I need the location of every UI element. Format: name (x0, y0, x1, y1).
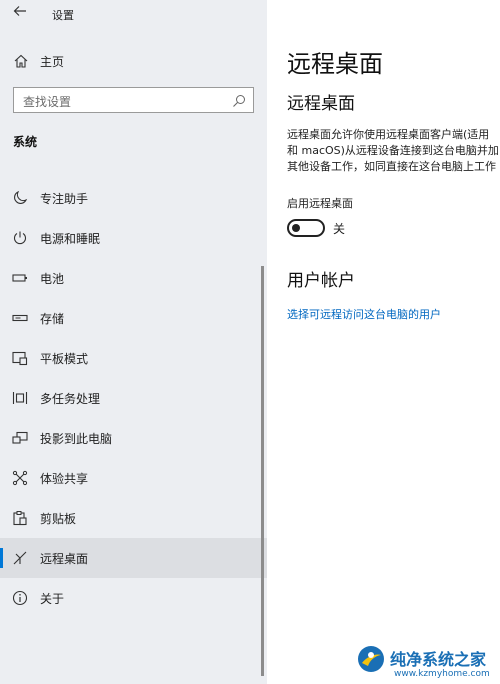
description-line: 和 macOS)从远程设备连接到这台电脑并加 (287, 144, 499, 157)
remote-desktop-icon (12, 550, 28, 566)
tablet-mode-icon (12, 350, 28, 366)
toggle-label: 启用远程桌面 (287, 197, 353, 210)
clipboard-icon (12, 510, 28, 526)
watermark-url: www.kzmyhome.com (394, 669, 490, 679)
sidebar-item-project-to-pc[interactable]: 投影到此电脑 (0, 418, 267, 458)
enable-remote-desktop-toggle[interactable] (287, 219, 325, 237)
section-title: 系统 (13, 135, 38, 149)
battery-icon (12, 270, 28, 286)
multitasking-icon (12, 390, 28, 406)
selection-indicator (0, 548, 3, 568)
sidebar-item-label: 电池 (40, 272, 65, 286)
sidebar-item-shared-experiences[interactable]: 体验共享 (0, 458, 267, 498)
sidebar-item-tablet-mode[interactable]: 平板模式 (0, 338, 267, 378)
project-icon (12, 430, 28, 446)
power-icon (12, 230, 28, 246)
sidebar-item-storage[interactable]: 存储 (0, 298, 267, 338)
search-input[interactable]: 查找设置 (13, 87, 254, 113)
storage-icon (12, 310, 28, 326)
sidebar-item-label: 平板模式 (40, 352, 89, 366)
watermark-title: 纯净系统之家 (390, 650, 487, 669)
sidebar-item-label: 电源和睡眠 (40, 232, 101, 246)
sidebar-item-label: 主页 (40, 55, 65, 69)
sidebar-item-home[interactable]: 主页 (0, 46, 267, 76)
sidebar-item-remote-desktop[interactable]: 远程桌面 (0, 538, 267, 578)
sidebar-scrollbar[interactable] (261, 266, 264, 676)
toggle-knob (292, 224, 300, 232)
section-heading: 远程桌面 (287, 94, 355, 114)
sidebar-item-label: 专注助手 (40, 192, 89, 206)
sidebar-item-label: 投影到此电脑 (40, 432, 113, 446)
toggle-state: 关 (333, 222, 346, 236)
sidebar-item-multitasking[interactable]: 多任务处理 (0, 378, 267, 418)
sidebar-item-label: 存储 (40, 312, 65, 326)
window-title: 设置 (52, 9, 74, 22)
search-placeholder: 查找设置 (23, 95, 72, 109)
sidebar-item-about[interactable]: 关于 (0, 578, 267, 618)
watermark: 纯净系统之家 www.kzmyhome.com (350, 642, 500, 684)
sidebar-item-label: 体验共享 (40, 472, 89, 486)
select-users-link[interactable]: 选择可远程访问这台电脑的用户 (287, 306, 441, 322)
shared-experiences-icon (12, 470, 28, 486)
main-content: 远程桌面 远程桌面 远程桌面允许你使用远程桌面客户端(适用 和 macOS)从远… (267, 0, 500, 684)
sidebar-item-clipboard[interactable]: 剪贴板 (0, 498, 267, 538)
sidebar-item-power-sleep[interactable]: 电源和睡眠 (0, 218, 267, 258)
sidebar-item-focus-assist[interactable]: 专注助手 (0, 178, 267, 218)
sidebar-item-label: 关于 (40, 592, 65, 606)
back-button[interactable] (10, 4, 30, 24)
page-title: 远程桌面 (287, 50, 383, 78)
info-icon (12, 590, 28, 606)
section-heading: 用户帐户 (287, 271, 355, 291)
search-icon (232, 93, 246, 107)
description-line: 远程桌面允许你使用远程桌面客户端(适用 (287, 128, 490, 141)
back-arrow-icon (13, 6, 26, 16)
moon-icon (12, 190, 28, 206)
sidebar-item-label: 多任务处理 (40, 392, 101, 406)
sidebar-item-label: 剪贴板 (40, 512, 77, 526)
description: 远程桌面允许你使用远程桌面客户端(适用 和 macOS)从远程设备连接到这台电脑… (287, 127, 500, 175)
sidebar: 设置 主页 查找设置 系统 专注助手 电源和睡眠 电池 存储 平板模式 多任务处… (0, 0, 267, 684)
sidebar-item-battery[interactable]: 电池 (0, 258, 267, 298)
home-icon (13, 53, 29, 69)
description-line: 其他设备工作，如同直接在这台电脑上工作 (287, 160, 496, 173)
sidebar-item-label: 远程桌面 (40, 552, 89, 566)
title-bar: 设置 (0, 0, 267, 28)
watermark-logo-icon (356, 644, 386, 674)
